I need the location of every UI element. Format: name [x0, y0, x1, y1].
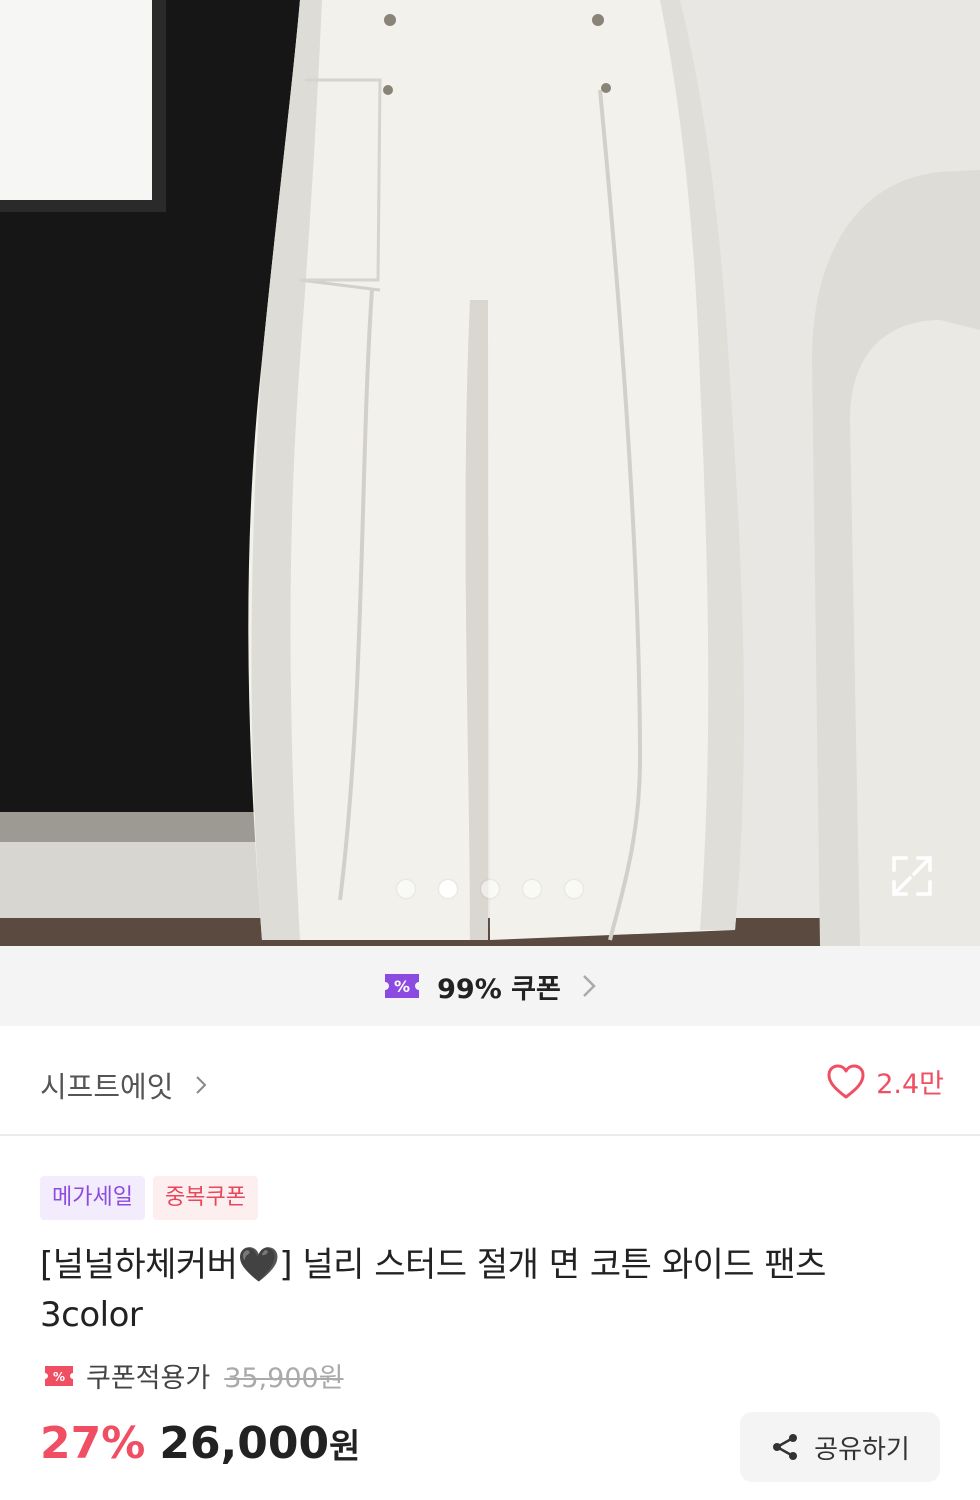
- coupon-banner-label: 99% 쿠폰: [437, 973, 561, 1005]
- coupon-ticket-icon: %: [385, 974, 420, 998]
- coupon-ticket-icon: %: [45, 1365, 73, 1386]
- svg-text:%: %: [394, 977, 410, 996]
- tag-mega-sale: 메가세일: [40, 1176, 145, 1220]
- carousel-dot[interactable]: [397, 880, 415, 898]
- store-name: 시프트에잇: [40, 1070, 174, 1104]
- heart-icon: [827, 1064, 865, 1098]
- store-row: 시프트에잇 2.4만: [0, 1026, 980, 1136]
- like-count: 2.4만: [876, 1069, 944, 1100]
- carousel-dot[interactable]: [565, 880, 583, 898]
- coupon-price-label: 쿠폰적용가: [86, 1363, 211, 1394]
- svg-text:%: %: [53, 1370, 65, 1384]
- product-title: [널널하체커버🖤] 널리 스터드 절개 면 코튼 와이드 팬츠 3color: [40, 1240, 940, 1340]
- product-image-carousel[interactable]: [0, 0, 980, 946]
- like-button[interactable]: 2.4만: [826, 1062, 944, 1101]
- product-title-line1: [널널하체커버🖤] 널리 스터드 절개 면 코튼 와이드 팬츠: [40, 1245, 826, 1285]
- fullscreen-expand-icon[interactable]: [888, 852, 936, 900]
- coupon-banner[interactable]: % 99% 쿠폰: [0, 946, 980, 1026]
- product-title-line2: 3color: [40, 1295, 143, 1335]
- price-row: 27% 26,000 원: [40, 1418, 360, 1469]
- carousel-indicators: [0, 880, 980, 898]
- product-photo: [0, 0, 980, 946]
- discount-rate: 27%: [40, 1418, 146, 1469]
- share-icon: [773, 1434, 798, 1460]
- share-label: 공유하기: [814, 1434, 910, 1465]
- tag-duplicate-coupon: 중복쿠폰: [152, 1176, 258, 1220]
- chevron-right-icon: [582, 975, 596, 997]
- store-link[interactable]: 시프트에잇: [40, 1064, 207, 1106]
- promo-tags: 메가세일 중복쿠폰: [40, 1176, 258, 1220]
- share-button[interactable]: 공유하기: [740, 1412, 940, 1482]
- chevron-right-icon: [196, 1076, 207, 1094]
- original-price: 35,900원: [224, 1363, 344, 1394]
- carousel-dot[interactable]: [481, 880, 499, 898]
- sale-price: 26,000: [159, 1418, 330, 1469]
- carousel-dot[interactable]: [523, 880, 541, 898]
- currency-unit: 원: [329, 1427, 361, 1467]
- carousel-dot-active[interactable]: [439, 880, 457, 898]
- coupon-price-row: % 쿠폰적용가 35,900원: [44, 1356, 344, 1395]
